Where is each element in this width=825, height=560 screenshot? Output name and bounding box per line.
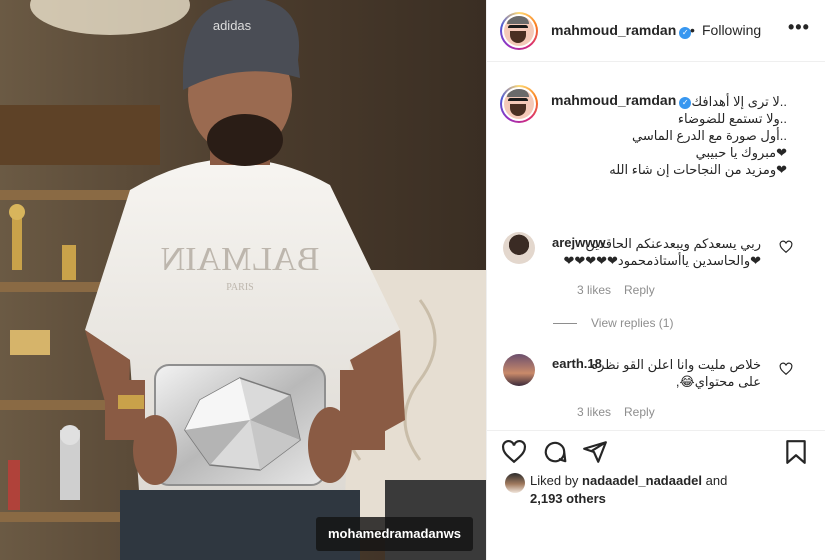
caption-line: ..لا ترى إلا أهدافك <box>691 94 787 109</box>
likes-count[interactable]: 2,193 others <box>530 491 606 506</box>
comment-line: ❤والحاسدين ياأستاذمحمود❤❤❤❤❤ <box>563 253 761 268</box>
svg-text:adidas: adidas <box>213 18 252 33</box>
comment-line: على محتواي😂, <box>675 374 761 389</box>
heart-icon[interactable] <box>501 439 527 465</box>
reply-button[interactable]: Reply <box>624 283 655 297</box>
svg-text:BALMAIN: BALMAIN <box>161 241 320 278</box>
caption-text: ..لا ترى إلا أهدافك ..ولا تستمع للضوضاء … <box>551 93 787 178</box>
liked-by-user[interactable]: nadaadel_nadaadel <box>582 473 702 488</box>
instagram-post-viewer: BALMAIN PARIS adidas mohamedramadanws ma… <box>0 0 825 560</box>
comment-meta: 3 likes Reply <box>577 405 668 419</box>
photo-watermark: mohamedramadanws <box>316 517 473 551</box>
post-side-panel: mahmoud_ramdan ✓ • Following ••• mahmoud_… <box>486 0 825 560</box>
caption-line: ..ولا تستمع للضوضاء <box>677 111 787 126</box>
liked-by: Liked by nadaadel_nadaadel and 2,193 oth… <box>487 470 825 510</box>
liked-by-conjunction: and <box>705 473 728 488</box>
comment-likes[interactable]: 3 likes <box>577 405 611 419</box>
post-caption: mahmoud_ramdan ✓ ..لا ترى إلا أهدافك ..ول… <box>487 63 825 213</box>
author-username[interactable]: mahmoud_ramdan ✓ <box>551 22 692 39</box>
commenter-avatar[interactable] <box>503 354 535 386</box>
more-icon[interactable]: ••• <box>788 17 810 38</box>
caption-line: ..أول صورة مع الدرع الماسي <box>632 128 787 143</box>
comment-heart-icon[interactable] <box>779 240 793 254</box>
diamond-plaque <box>154 364 326 486</box>
comment-meta: 3 likes Reply <box>577 283 668 297</box>
caption-line: ❤مبروك يا حبيبي <box>695 145 787 160</box>
reply-button[interactable]: Reply <box>624 405 655 419</box>
liked-by-line: Liked by nadaadel_nadaadel and <box>530 473 727 488</box>
liked-by-prefix: Liked by <box>530 473 579 488</box>
post-header: mahmoud_ramdan ✓ • Following ••• <box>487 0 825 62</box>
comment-item: arejwww ربي يسعدكم ويبعدعنكم الحاقدين ❤و… <box>487 230 825 335</box>
comment-likes[interactable]: 3 likes <box>577 283 611 297</box>
comment-text: خلاص مليت وانا اعلن القو نظره على محتواي… <box>551 356 761 390</box>
view-replies-label: View replies (1) <box>591 316 674 330</box>
comment-text: ربي يسعدكم ويبعدعنكم الحاقدين ❤والحاسدين… <box>551 235 761 269</box>
following-button[interactable]: Following <box>702 22 761 38</box>
caption-author-avatar[interactable] <box>500 85 538 123</box>
caption-line: ❤ومزيد من النجاحات إن شاء الله <box>609 162 787 177</box>
header-separator: • <box>690 22 695 38</box>
post-actions-bar <box>487 430 825 470</box>
bookmark-icon[interactable] <box>783 439 809 465</box>
commenter-avatar[interactable] <box>503 232 535 264</box>
comment-heart-icon[interactable] <box>779 362 793 376</box>
svg-text:PARIS: PARIS <box>226 282 253 293</box>
comment-item: earth.18 خلاص مليت وانا اعلن القو نظره ع… <box>487 350 825 425</box>
comment-line: ربي يسعدكم ويبعدعنكم الحاقدين <box>585 236 761 251</box>
view-replies-button[interactable]: View replies (1) <box>553 316 673 330</box>
comment-line: خلاص مليت وانا اعلن القو نظره <box>591 357 761 372</box>
post-photo-illustration: BALMAIN PARIS adidas <box>0 0 486 560</box>
view-replies-line <box>553 323 577 325</box>
share-icon[interactable] <box>582 439 608 465</box>
author-avatar[interactable] <box>500 12 538 50</box>
post-photo[interactable]: BALMAIN PARIS adidas mohamedramadanws <box>0 0 486 560</box>
comment-icon[interactable] <box>542 439 568 465</box>
liker-avatar[interactable] <box>505 473 525 493</box>
